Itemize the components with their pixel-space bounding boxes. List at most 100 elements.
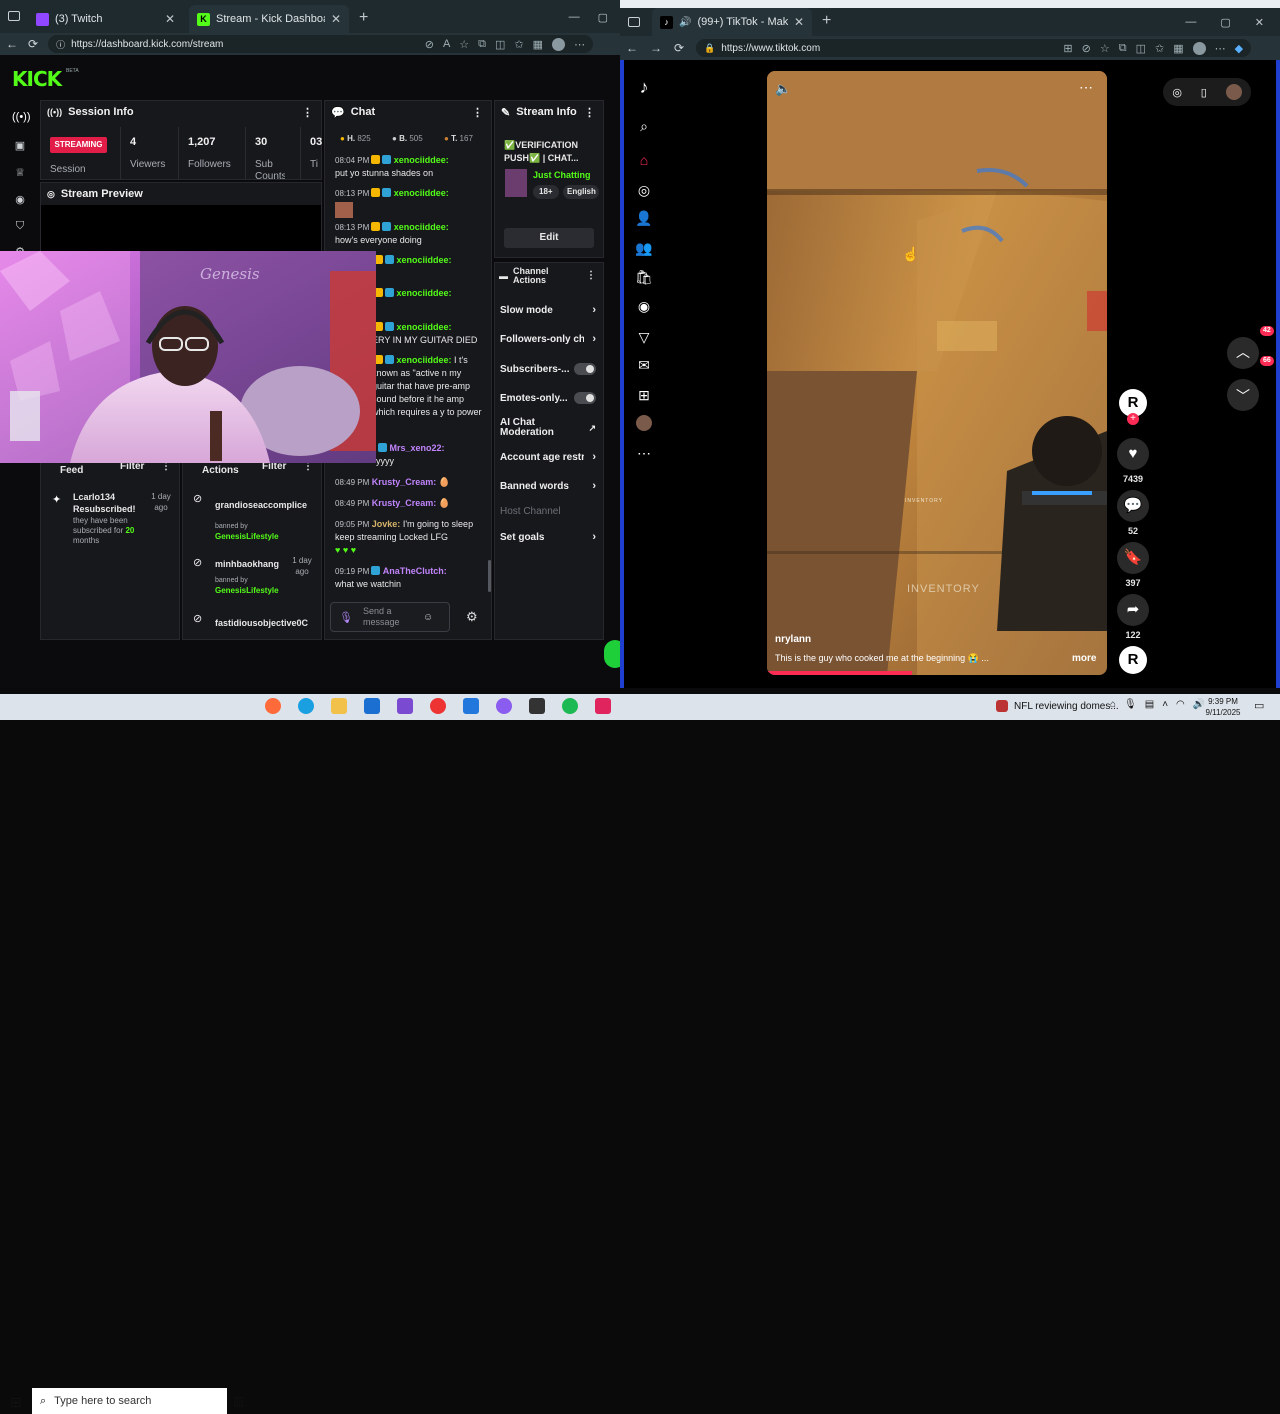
outlook-icon[interactable]	[364, 698, 380, 714]
volume-icon[interactable]: 🔈	[775, 81, 791, 97]
tiktok-logo-icon[interactable]: ♪	[635, 78, 653, 96]
mod-item-user[interactable]: fastidiousobjective0C	[215, 618, 315, 628]
taskbar-search[interactable]: ⌕ Type here to search	[32, 1388, 227, 1414]
emotes-only-toggle[interactable]	[574, 392, 596, 404]
microphone-icon[interactable]: 🎙	[339, 611, 353, 624]
bookmark-icon[interactable]: 🔖	[1117, 542, 1149, 574]
chat-settings-icon[interactable]: ⚙	[466, 609, 478, 625]
subscribers-only-row[interactable]: Subscribers-...	[500, 363, 596, 375]
upload-icon[interactable]: ⊞	[635, 386, 653, 404]
store-icon[interactable]	[463, 698, 479, 714]
notification-icon[interactable]: ▭	[1254, 699, 1264, 712]
session-more-icon[interactable]: ⋮	[302, 106, 313, 119]
close-window-icon[interactable]: ✕	[1255, 16, 1264, 29]
floating-green-button[interactable]	[604, 640, 620, 668]
refresh-icon[interactable]: ⟳	[28, 37, 38, 51]
split-screen-icon[interactable]: ◫	[1136, 42, 1146, 55]
dashboard-icon[interactable]: ▣	[12, 139, 28, 155]
audio-playing-icon[interactable]: 🔊	[679, 17, 691, 28]
tab-kick-dashboard[interactable]: K Stream - Kick Dashboard ✕	[189, 5, 349, 33]
chat-input[interactable]: 🎙 Send a message ☺	[330, 602, 450, 632]
start-icon[interactable]: ⊞	[10, 1394, 22, 1411]
wifi-icon[interactable]: ◠	[1176, 699, 1185, 710]
maximize-icon[interactable]: ▢	[598, 11, 608, 24]
mod-item-user[interactable]: grandioseaccomplice	[215, 500, 315, 510]
tab-actions-icon[interactable]	[628, 17, 640, 27]
follow-plus-icon[interactable]: +	[1127, 413, 1139, 425]
more-icon[interactable]: ⋯	[635, 444, 653, 462]
chrome-icon[interactable]	[430, 698, 446, 714]
read-aloud-icon[interactable]: A	[443, 38, 450, 51]
forward-icon[interactable]: →	[650, 41, 662, 55]
tab-twitch[interactable]: (3) Twitch ✕	[28, 5, 183, 33]
more-menu-icon[interactable]: ⋯	[574, 38, 585, 51]
previous-video-button[interactable]: ︿	[1227, 337, 1259, 369]
close-tab-icon[interactable]: ✕	[331, 12, 341, 26]
copilot-taskbar-icon[interactable]	[265, 698, 281, 714]
like-heart-icon[interactable]: ♥	[1117, 438, 1149, 470]
home-icon[interactable]: ⌂	[635, 151, 653, 169]
back-icon[interactable]: ←	[626, 41, 638, 55]
address-bar[interactable]: 🔒 https://www.tiktok.com ⊞ ⊘ ☆ ⧉ ◫ ✩ ▦ ⋯…	[696, 39, 1252, 57]
search-icon[interactable]: ⌕	[635, 117, 653, 135]
subscribers-only-toggle[interactable]	[574, 363, 596, 375]
favorites-icon[interactable]: ✩	[514, 38, 523, 51]
obs-icon[interactable]	[496, 698, 512, 714]
chat-more-icon[interactable]: ⋮	[472, 106, 483, 119]
refresh-icon[interactable]: ⟳	[674, 41, 684, 55]
spotify-icon[interactable]	[562, 698, 578, 714]
account-age-row[interactable]: Account age restr ›	[500, 451, 596, 463]
close-tab-icon[interactable]: ✕	[794, 15, 804, 29]
address-bar[interactable]: ⓘ https://dashboard.kick.com/stream ⊘ A …	[48, 35, 594, 53]
minimize-icon[interactable]: —	[1185, 16, 1196, 29]
emotes-only-row[interactable]: Emotes-only...	[500, 392, 596, 404]
extensions-icon[interactable]: ⧉	[478, 38, 486, 51]
maximize-icon[interactable]: ▢	[1220, 16, 1230, 29]
clock[interactable]: 9:39 PM 9/11/2025	[1198, 696, 1248, 718]
news-widget[interactable]: NFL reviewing domes...	[1014, 701, 1119, 712]
next-video-button[interactable]: ﹀	[1227, 379, 1259, 411]
stream-info-more-icon[interactable]: ⋮	[584, 106, 595, 119]
sound-disc-icon[interactable]: R	[1119, 646, 1147, 674]
favorites-icon[interactable]: ✩	[1155, 42, 1164, 55]
edge-taskbar-icon[interactable]	[298, 698, 314, 714]
tab-tiktok[interactable]: ♪ 🔊 (99+) TikTok - Make Your Day ✕	[652, 8, 812, 36]
close-tab-icon[interactable]: ✕	[165, 12, 175, 26]
emoji-icon[interactable]: ☺	[423, 612, 433, 623]
explore-icon[interactable]: ◎	[635, 181, 653, 199]
camera-icon[interactable]: ◉	[12, 193, 28, 209]
edit-button[interactable]: Edit	[504, 228, 594, 248]
tracking-icon[interactable]: ⊘	[1082, 42, 1091, 55]
more-menu-icon[interactable]: ⋯	[1215, 42, 1226, 55]
file-explorer-icon[interactable]	[331, 698, 347, 714]
set-goals-row[interactable]: Set goals ›	[500, 531, 596, 543]
profile-avatar[interactable]	[1192, 41, 1206, 55]
tray-app-icon[interactable]: ▤	[1145, 699, 1154, 710]
share-icon[interactable]: ➦	[1117, 594, 1149, 626]
profile-avatar[interactable]	[636, 415, 652, 431]
shop-icon[interactable]: 🛍	[635, 268, 653, 286]
kick-logo[interactable]: KICK	[12, 67, 62, 91]
favorite-star-icon[interactable]: ☆	[1100, 42, 1110, 55]
app-available-icon[interactable]: ⊞	[1063, 42, 1072, 55]
profile-avatar[interactable]	[552, 37, 566, 51]
favorite-star-icon[interactable]: ☆	[459, 38, 469, 51]
followers-only-row[interactable]: Followers-only ch ›	[500, 333, 596, 345]
video-progress-fill[interactable]	[767, 671, 912, 675]
tab-actions-icon[interactable]	[0, 5, 20, 33]
profile-avatar[interactable]	[1225, 84, 1242, 100]
tiktok-taskbar-icon[interactable]	[595, 698, 611, 714]
chat-scrollbar[interactable]	[488, 560, 491, 592]
caption-more-link[interactable]: more	[1072, 653, 1096, 664]
mod-item-user[interactable]: minhbaokhang	[215, 559, 279, 569]
trophy-icon[interactable]: ♕	[12, 166, 28, 182]
messages-icon[interactable]: ✉	[635, 356, 653, 374]
collections-icon[interactable]: ▦	[1173, 42, 1183, 55]
task-view-icon[interactable]: ▥	[233, 1394, 244, 1408]
inbox-icon[interactable]: ▽	[635, 328, 653, 346]
ai-chat-moderation-row[interactable]: AI Chat Moderation ↗	[500, 418, 596, 438]
video-more-icon[interactable]: ⋯	[1079, 79, 1093, 96]
tracking-icon[interactable]: ⊘	[425, 38, 434, 51]
live-icon[interactable]: ◉	[635, 297, 653, 315]
minimize-icon[interactable]: —	[569, 11, 580, 24]
